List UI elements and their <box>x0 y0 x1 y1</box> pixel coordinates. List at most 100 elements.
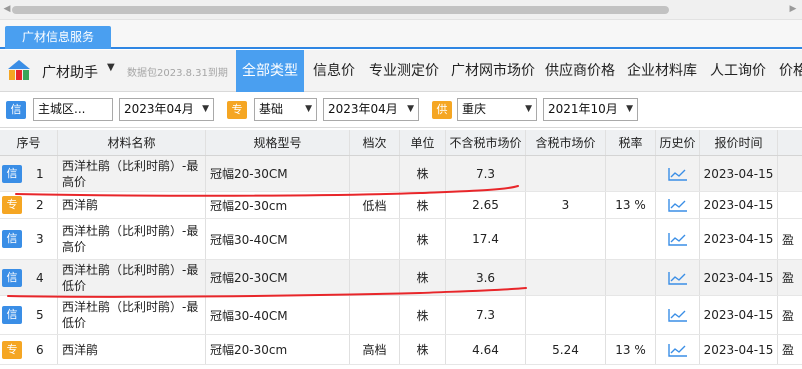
trend-chart-icon[interactable] <box>667 271 688 285</box>
cell-spec-text: 冠幅20-30CM <box>210 271 288 285</box>
app-tab-strip: 广材信息服务 <box>0 20 802 49</box>
nav-tab-info-price[interactable]: 信息价 <box>313 50 355 92</box>
nav-tab-supplier-price[interactable]: 供应商价格 <box>545 50 615 92</box>
nav-tab-all-types[interactable]: 全部类型 <box>236 50 304 92</box>
trend-chart-icon[interactable] <box>667 167 688 181</box>
info-source-badge: 信 <box>2 268 22 287</box>
cell-unit-text: 株 <box>416 343 429 357</box>
cell-index: 信3 <box>0 219 58 259</box>
nav-tab-labor-inquiry[interactable]: 人工询价 <box>710 50 766 92</box>
chevron-down-icon: ▼ <box>407 104 414 114</box>
app-tab-guangcai[interactable]: 广材信息服务 <box>5 26 111 49</box>
cell-extra-text: 盈 <box>782 343 795 357</box>
cell-unit-text: 株 <box>416 308 429 323</box>
supply-period-select[interactable]: 2021年10月 ▼ <box>543 98 638 121</box>
cell-quote-time: 2023-04-15 <box>700 192 778 218</box>
supplier-price-badge: 供 <box>432 101 452 119</box>
special-price-badge: 专 <box>227 101 247 119</box>
row-number: 2 <box>36 198 44 212</box>
special-source-badge: 专 <box>2 196 22 214</box>
app-name[interactable]: 广材助手 <box>42 62 98 82</box>
table-row[interactable]: 专 2 西洋鹃 冠幅20-30cm 低档 株 2.65 3 13 % 2023-04-15 <box>0 192 802 219</box>
row-number: 1 <box>36 166 44 181</box>
cell-material-name: 西洋鹃 <box>58 335 206 364</box>
table-row[interactable]: 信 5 西洋杜鹃（比利时鹃）-最低价 冠幅30-40CM 株 7.3 2023-04-15 盈 <box>0 296 802 335</box>
cell-extra: 盈 <box>778 219 802 259</box>
horizontal-scrollbar[interactable]: ◀ ▶ <box>0 0 802 20</box>
cell-spec: 冠幅20-30cm <box>206 192 350 218</box>
header-material-name[interactable]: 材料名称 <box>58 130 206 155</box>
header-quote-time[interactable]: 报价时间 <box>700 130 778 155</box>
cell-history[interactable] <box>656 260 700 295</box>
cell-unit: 株 <box>400 296 446 334</box>
header-price-in-tax[interactable]: 含税市场价 <box>526 130 606 155</box>
cell-price-in-tax: 3 <box>526 192 606 218</box>
nav-tab-enterprise-library[interactable]: 企业材料库 <box>627 50 697 92</box>
cell-history[interactable] <box>656 296 700 334</box>
supply-city-select[interactable]: 重庆 ▼ <box>457 98 537 121</box>
info-period-select[interactable]: 2023年04月 ▼ <box>119 98 214 121</box>
cell-price-ex-tax: 4.64 <box>446 335 526 364</box>
cell-quote-time-text: 2023-04-15 <box>703 198 774 212</box>
cell-price-ex-tax-text: 7.3 <box>475 308 496 322</box>
chevron-down-icon: ▼ <box>626 104 633 114</box>
info-source-badge: 信 <box>2 230 22 248</box>
special-period-select[interactable]: 2023年04月 ▼ <box>323 98 419 121</box>
table-row[interactable]: 信 4 西洋杜鹃（比利时鹃）-最低价 冠幅20-30CM 株 3.6 2023-04-15 盈 <box>0 260 802 296</box>
supply-city-value: 重庆 <box>462 102 487 116</box>
cell-price-ex-tax-text: 4.64 <box>472 342 499 357</box>
header-history[interactable]: 历史价 <box>656 130 700 155</box>
info-price-badge: 信 <box>6 101 26 119</box>
cell-history[interactable] <box>656 335 700 364</box>
app-menu-caret-icon[interactable]: ▼ <box>107 62 115 73</box>
table-row[interactable]: 信 1 西洋杜鹃（比利时鹃）-最高价 冠幅20-30CM 株 7.3 2023-04-15 <box>0 156 802 192</box>
cell-price-ex-tax: 7.3 <box>446 296 526 334</box>
table-row[interactable]: 专 6 西洋鹃 冠幅20-30cm 高档 株 4.64 5.24 13 % 2023-04-15 盈 <box>0 335 802 365</box>
trend-chart-icon[interactable] <box>667 232 688 246</box>
row-number: 4 <box>36 270 44 285</box>
header-spec[interactable]: 规格型号 <box>206 130 350 155</box>
header-index[interactable]: 序号 <box>0 130 58 155</box>
table-row[interactable]: 信 3 西洋杜鹃（比利时鹃）-最高价 冠幅30-40CM 株 17.4 2023-04-15… <box>0 219 802 260</box>
scrollbar-thumb[interactable] <box>12 6 669 14</box>
cell-extra-text: 盈 <box>782 232 795 247</box>
cell-history[interactable] <box>656 219 700 259</box>
cell-price-ex-tax-text: 2.65 <box>472 198 499 212</box>
header-tax-rate[interactable]: 税率 <box>606 130 656 155</box>
cell-material-name: 西洋杜鹃（比利时鹃）-最低价 <box>58 260 206 295</box>
special-type-select[interactable]: 基础 ▼ <box>254 98 317 121</box>
cell-material-name-text: 西洋杜鹃（比利时鹃）-最低价 <box>62 262 199 293</box>
trend-chart-icon[interactable] <box>667 308 688 322</box>
cell-tax-rate: 13 % <box>606 335 656 364</box>
special-source-badge: 专 <box>2 340 22 359</box>
header-price-ex-tax[interactable]: 不含税市场价 <box>446 130 526 155</box>
cell-material-name-text: 西洋鹃 <box>62 198 99 212</box>
region-select[interactable]: 主城区... <box>33 98 113 121</box>
cell-tax-rate-text: 13 % <box>615 342 646 357</box>
cell-history[interactable] <box>656 156 700 191</box>
cell-quote-time-text: 2023-04-15 <box>703 270 774 285</box>
cell-price-in-tax-text: 3 <box>561 198 570 212</box>
trend-chart-icon[interactable] <box>667 198 688 212</box>
cell-tax-rate: 13 % <box>606 192 656 218</box>
trend-chart-icon[interactable] <box>667 343 688 357</box>
chevron-down-icon: ▼ <box>202 104 209 114</box>
cell-history[interactable] <box>656 192 700 218</box>
supply-period-value: 2021年10月 <box>548 102 618 116</box>
cell-grade: 高档 <box>350 335 400 364</box>
cell-extra: 盈 <box>778 296 802 334</box>
cell-material-name-text: 西洋杜鹃（比利时鹃）-最高价 <box>62 224 199 254</box>
nav-tab-price-more[interactable]: 价格 <box>779 50 802 92</box>
nav-tab-professional-price[interactable]: 专业测定价 <box>369 50 439 92</box>
cell-grade <box>350 296 400 334</box>
cell-tax-rate <box>606 156 656 191</box>
header-extra[interactable] <box>778 130 802 155</box>
cell-price-ex-tax: 17.4 <box>446 219 526 259</box>
header-unit[interactable]: 单位 <box>400 130 446 155</box>
scroll-right-icon[interactable]: ▶ <box>786 2 800 16</box>
nav-tab-market-price[interactable]: 广材网市场价 <box>451 50 535 92</box>
guangcai-logo-icon <box>8 60 30 80</box>
cell-grade-text: 高档 <box>362 343 387 357</box>
region-value: 主城区... <box>38 102 86 116</box>
header-grade[interactable]: 档次 <box>350 130 400 155</box>
